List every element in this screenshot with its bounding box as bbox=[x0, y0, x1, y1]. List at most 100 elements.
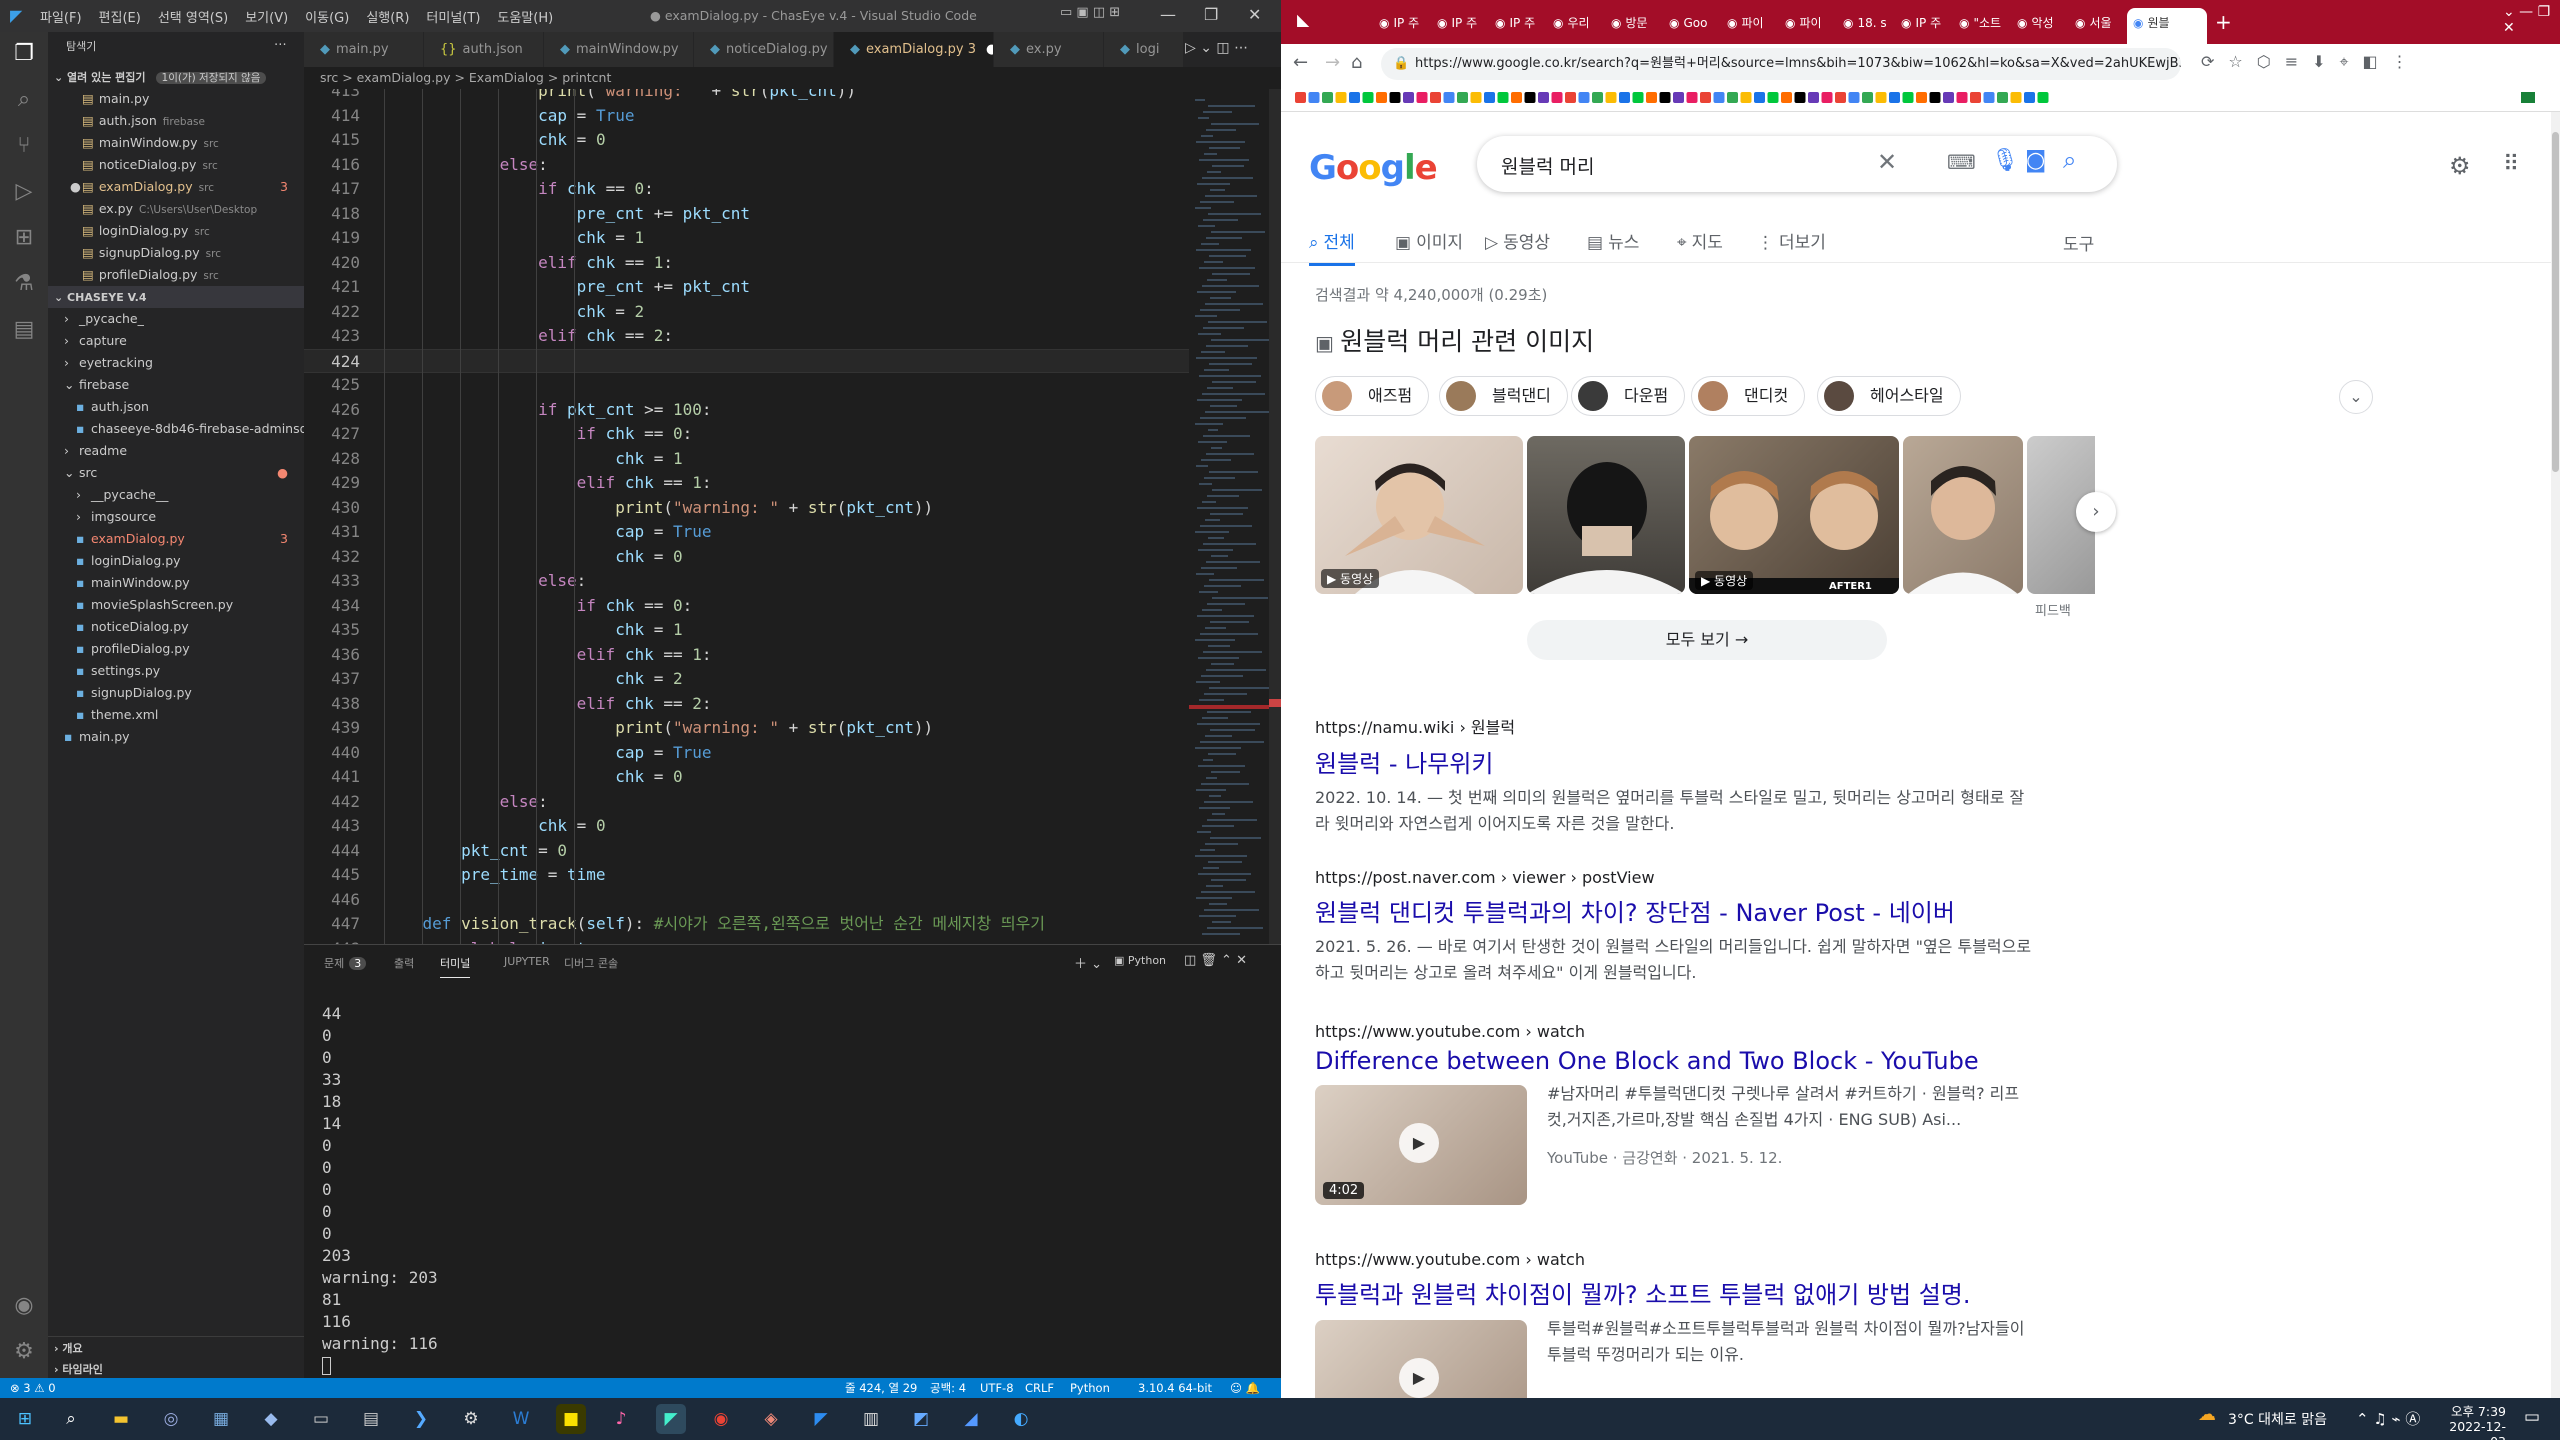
tree-folder[interactable]: › eyetracking bbox=[48, 352, 304, 374]
image-thumb-1[interactable]: ▶ 동영상 bbox=[1315, 436, 1523, 594]
refine-chip[interactable]: 댄디컷 bbox=[1691, 376, 1806, 416]
bookmark-favicon[interactable] bbox=[1794, 92, 1806, 103]
open-editor-item[interactable]: ▤ signupDialog.py src bbox=[48, 242, 304, 264]
code-line[interactable]: 435 chk = 1 bbox=[304, 618, 1189, 642]
clear-search-icon[interactable]: ✕ bbox=[1877, 148, 1897, 176]
browser-tab[interactable]: ◉ 악성 bbox=[2011, 8, 2065, 46]
result-url[interactable]: https://post.naver.com › viewer › postVi… bbox=[1315, 868, 2035, 887]
result-url[interactable]: https://www.youtube.com › watch bbox=[1315, 1022, 2035, 1041]
code-line[interactable]: 446 bbox=[304, 888, 1189, 912]
image-thumb-2[interactable] bbox=[1527, 436, 1685, 594]
code-line[interactable]: 447 def vision_track(self): #시야가 오른쪽,왼쪽으… bbox=[304, 912, 1189, 936]
editor-tab[interactable]: ◆ main.py bbox=[304, 32, 424, 67]
encoding-status[interactable]: UTF-8 bbox=[980, 1378, 1014, 1398]
bookmark-favicon[interactable] bbox=[1767, 92, 1779, 103]
open-editor-item[interactable]: ▤ mainWindow.py src bbox=[48, 132, 304, 154]
bookmark-favicon[interactable] bbox=[1416, 92, 1428, 103]
bookmark-favicon[interactable] bbox=[1983, 92, 1995, 103]
outline-section[interactable]: › 개요 bbox=[48, 1336, 304, 1358]
code-line[interactable]: 437 chk = 2 bbox=[304, 667, 1189, 691]
browser-tab[interactable]: ◉ "소트 bbox=[1953, 8, 2007, 46]
bookmark-favicon[interactable] bbox=[1713, 92, 1725, 103]
refine-chip[interactable]: 다운펌 bbox=[1571, 376, 1686, 416]
cursor-position[interactable]: 줄 424, 열 29 bbox=[845, 1378, 917, 1398]
code-line[interactable]: 420 elif chk == 1: bbox=[304, 251, 1189, 275]
tree-file[interactable]: ▪ main.py bbox=[48, 726, 304, 748]
image-thumb-4[interactable] bbox=[1903, 436, 2023, 594]
editor-tab[interactable]: ◆ noticeDialog.py bbox=[694, 32, 834, 67]
vscode-taskbar-icon[interactable]: ◤ bbox=[656, 1404, 686, 1434]
code-line[interactable]: 428 chk = 1 bbox=[304, 447, 1189, 471]
search-nav-tab[interactable]: ▣ 이미지 bbox=[1395, 228, 1463, 253]
result-title-link[interactable]: Difference between One Block and Two Blo… bbox=[1315, 1047, 2035, 1075]
bookmark-favicon[interactable] bbox=[1740, 92, 1752, 103]
code-line[interactable]: 425 bbox=[304, 373, 1189, 397]
editor-tab[interactable]: ◆ examDialog.py 3 ● bbox=[834, 32, 994, 67]
bookmark-favicon[interactable] bbox=[1889, 92, 1900, 103]
menu-item[interactable]: 보기(V) bbox=[245, 7, 288, 26]
mic-icon[interactable]: 🎙 bbox=[1991, 148, 2019, 173]
back-button[interactable]: ← bbox=[1293, 52, 1308, 73]
bookmark-favicon[interactable] bbox=[1403, 92, 1414, 103]
bookmark-favicon[interactable] bbox=[1835, 92, 1846, 103]
app-icon-19[interactable]: ◐ bbox=[1006, 1404, 1036, 1434]
tray-icons[interactable]: ⌃ ♫ ⌁ Ⓐ bbox=[2356, 1408, 2420, 1429]
search-nav-tab[interactable]: ⌖ 지도 bbox=[1677, 228, 1723, 253]
terminal-output[interactable]: 44 0 0 33 18 14 0 0 0 0 0 203 warning: 203 81 116 warni… bbox=[322, 1003, 438, 1375]
bookmark-favicon[interactable] bbox=[1875, 92, 1887, 103]
browser-tab[interactable]: ◉ 18. s bbox=[1837, 8, 1891, 46]
close-button[interactable]: ✕ bbox=[1248, 5, 1261, 24]
tree-file[interactable]: ▪ noticeDialog.py bbox=[48, 616, 304, 638]
tree-folder[interactable]: › __pycache__ bbox=[48, 484, 304, 506]
tree-folder[interactable]: ⌄ firebase bbox=[48, 374, 304, 396]
clock-time[interactable]: 오후 7:39 bbox=[2436, 1401, 2506, 1420]
app-icon-18[interactable]: ◢ bbox=[956, 1404, 986, 1434]
bookmark-favicon[interactable] bbox=[1524, 92, 1536, 103]
code-line[interactable]: 445 pre_time = time bbox=[304, 863, 1189, 887]
tree-file[interactable]: ▪ chaseeye-8db46-firebase-adminsd... bbox=[48, 418, 304, 440]
tab-search-icon[interactable]: ◣ bbox=[1297, 10, 1309, 29]
browser-tab[interactable]: ◉ IP 주 bbox=[1895, 8, 1949, 46]
tree-file[interactable]: ▪ profileDialog.py bbox=[48, 638, 304, 660]
settings-icon[interactable]: ⚙ bbox=[2449, 152, 2471, 180]
bookmark-favicon[interactable] bbox=[1443, 92, 1455, 103]
feedback-link[interactable]: 피드백 bbox=[2035, 600, 2071, 619]
code-line[interactable]: 433 else: bbox=[304, 569, 1189, 593]
tree-folder[interactable]: › imgsource bbox=[48, 506, 304, 528]
browser-tab[interactable]: ◉ Goo bbox=[1663, 8, 1717, 46]
kakaotalk-icon[interactable]: ■ bbox=[556, 1404, 586, 1434]
tree-folder[interactable]: ⌄ src ● bbox=[48, 462, 304, 484]
vscode-2-icon[interactable]: ◤ bbox=[806, 1404, 836, 1434]
tree-file[interactable]: ▪ examDialog.py 3 bbox=[48, 528, 304, 550]
code-editor[interactable]: 413 print("warning: " + str(pkt_cnt)) 414… bbox=[304, 89, 1189, 944]
keyboard-icon[interactable]: ⌨ bbox=[1947, 150, 1976, 174]
search-nav-tab[interactable]: ⌕ 전체 bbox=[1309, 228, 1355, 266]
bookmark-favicon[interactable] bbox=[1929, 92, 1941, 103]
search-icon[interactable]: ⌕ bbox=[10, 86, 38, 114]
code-line[interactable]: 414 cap = True bbox=[304, 104, 1189, 128]
browser-tab[interactable]: ◉ 원블 bbox=[2127, 8, 2207, 46]
open-editor-item[interactable]: ▤ profileDialog.py src bbox=[48, 264, 304, 286]
code-line[interactable]: 430 print("warning: " + str(pkt_cnt)) bbox=[304, 496, 1189, 520]
code-line[interactable]: 415 chk = 0 bbox=[304, 128, 1189, 152]
new-tab-button[interactable]: + bbox=[2215, 10, 2232, 34]
taskbar-search-icon[interactable]: ⌕ bbox=[56, 1404, 86, 1434]
code-line[interactable]: 440 cap = True bbox=[304, 741, 1189, 765]
chips-expand-icon[interactable]: ⌄ bbox=[2339, 380, 2373, 414]
file-explorer-icon[interactable]: ▬ bbox=[106, 1404, 136, 1434]
unsaved-dot-icon[interactable]: ● bbox=[986, 42, 993, 57]
code-line[interactable]: 418 pre_cnt += pkt_cnt bbox=[304, 202, 1189, 226]
code-line[interactable]: 432 chk = 0 bbox=[304, 545, 1189, 569]
code-line[interactable]: 434 if chk == 0: bbox=[304, 594, 1189, 618]
code-line[interactable]: 441 chk = 0 bbox=[304, 765, 1189, 789]
bookmark-favicon[interactable] bbox=[1538, 92, 1549, 103]
bookmark-favicon[interactable] bbox=[2010, 92, 2022, 103]
code-line[interactable]: 429 elif chk == 1: bbox=[304, 471, 1189, 495]
bookmark-favicon[interactable] bbox=[1808, 92, 1819, 103]
panel-tab[interactable]: 문제 3 bbox=[324, 955, 367, 971]
result-url[interactable]: https://www.youtube.com › watch bbox=[1315, 1250, 2035, 1269]
modified-dot-icon[interactable]: ● bbox=[70, 176, 81, 198]
bookmark-favicon[interactable] bbox=[1430, 92, 1441, 103]
code-line[interactable]: 439 print("warning: " + str(pkt_cnt)) bbox=[304, 716, 1189, 740]
bookmark-favicon[interactable] bbox=[1700, 92, 1711, 103]
